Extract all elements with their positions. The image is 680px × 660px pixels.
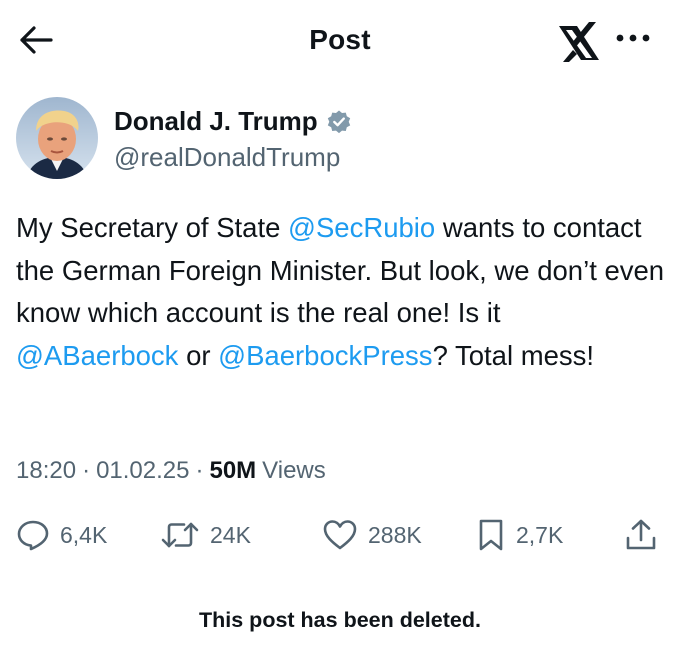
views-count: 50M	[209, 457, 257, 484]
post-time[interactable]: 18:20	[16, 457, 76, 485]
author-handle[interactable]: @realDonaldTrump	[114, 142, 340, 173]
like-count: 288K	[368, 521, 422, 548]
post-author: Donald J. Trump @realDonaldTrump	[16, 97, 656, 181]
reply-count: 6,4K	[60, 521, 108, 548]
deleted-notice: This post has been deleted.	[199, 608, 481, 632]
repost-icon	[161, 522, 199, 548]
author-name-link[interactable]: Donald J. Trump	[114, 106, 352, 137]
mention-link-abaerbock[interactable]: @ABaerbock	[16, 340, 178, 371]
post-actions: 6,4K 24K 288K 2,7K	[0, 510, 680, 560]
share-button[interactable]	[624, 510, 658, 560]
reply-button[interactable]: 6,4K	[16, 510, 107, 560]
verified-badge-icon	[327, 110, 350, 133]
x-logo[interactable]	[555, 18, 603, 66]
more-options-button[interactable]	[608, 20, 658, 56]
post-meta: 18:20 · 01.02.25 · 50M Views	[16, 457, 326, 485]
post-header: Post	[0, 0, 680, 80]
display-name: Donald J. Trump	[114, 106, 318, 136]
meta-separator: ·	[195, 457, 204, 484]
share-icon	[626, 519, 656, 550]
mention-link-secrubio[interactable]: @SecRubio	[288, 212, 435, 243]
post-text: My Secretary of State @SecRubio wants to…	[16, 207, 666, 377]
text-segment: or	[178, 339, 219, 371]
text-segment: ? Total mess!	[432, 339, 595, 371]
reply-icon	[17, 520, 49, 551]
post-date[interactable]: 01.02.25	[96, 457, 189, 485]
bookmark-icon	[479, 519, 503, 551]
meta-separator: ·	[82, 457, 91, 484]
like-button[interactable]: 288K	[322, 510, 422, 560]
repost-button[interactable]: 24K	[160, 510, 251, 560]
like-icon	[323, 520, 357, 550]
repost-count: 24K	[210, 521, 251, 548]
avatar[interactable]	[16, 97, 98, 179]
bookmark-button[interactable]: 2,7K	[476, 510, 563, 560]
mention-link-baerbockpress[interactable]: @BaerbockPress	[218, 340, 432, 371]
bookmark-count: 2,7K	[516, 521, 564, 548]
text-segment: My Secretary of State	[16, 212, 289, 243]
views-label: Views	[262, 457, 326, 484]
more-horizontal-icon	[616, 34, 650, 42]
